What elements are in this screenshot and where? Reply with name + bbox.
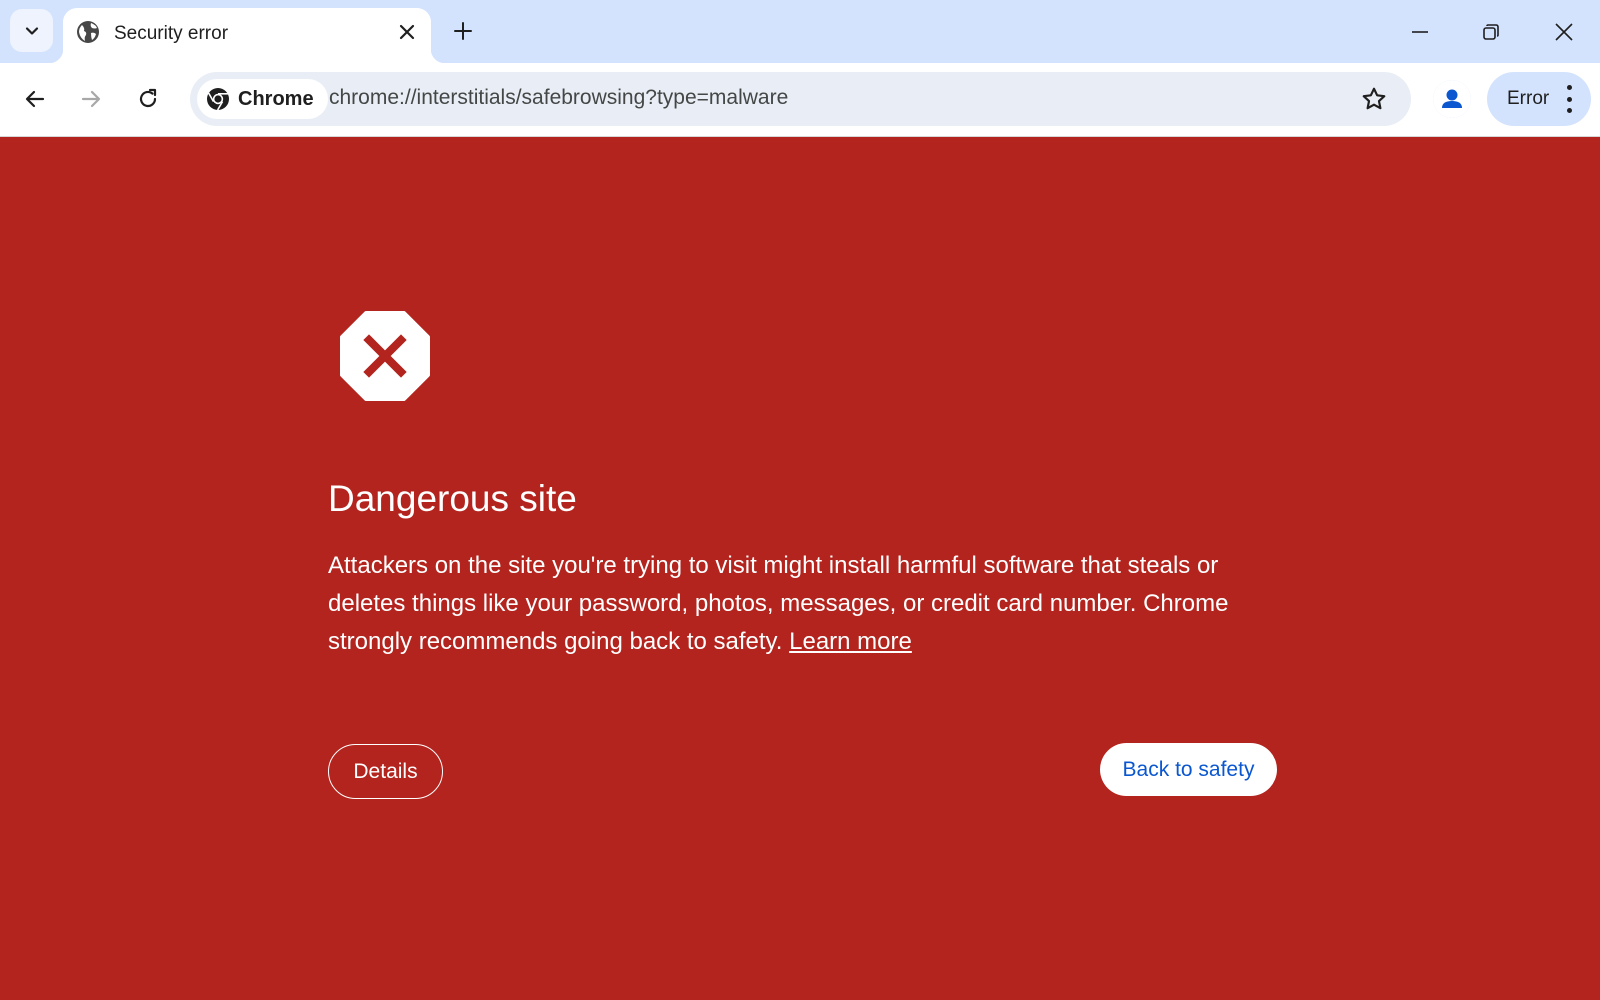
stop-octagon-x-icon [340,311,430,401]
minimize-icon [1412,31,1428,33]
star-icon [1362,87,1386,110]
forward-button[interactable] [71,79,111,119]
description-text: Attackers on the site you're trying to v… [328,552,1229,655]
error-label: Error [1507,88,1550,109]
arrow-right-icon [81,90,101,108]
minimize-button[interactable] [1400,12,1440,52]
url-text[interactable]: chrome://interstitials/safebrowsing?type… [329,86,788,110]
new-tab-button[interactable] [447,15,479,47]
restore-icon [1483,24,1499,40]
tab-strip: Security error [0,0,1600,63]
restore-button[interactable] [1471,12,1511,52]
profile-avatar[interactable] [1433,80,1471,118]
address-bar[interactable]: Chrome chrome://interstitials/safebrowsi… [190,72,1411,126]
bookmark-button[interactable] [1359,84,1389,114]
tab-search-button[interactable] [10,9,53,52]
tab-active[interactable]: Security error [49,8,445,63]
kebab-menu-icon[interactable] [1565,85,1573,113]
chevron-down-icon [25,26,38,35]
page-description: Attackers on the site you're trying to v… [328,547,1248,661]
close-icon [1555,23,1573,41]
page-title: Dangerous site [328,478,577,519]
details-button[interactable]: Details [328,744,443,799]
learn-more-link[interactable]: Learn more [789,628,912,655]
reload-button[interactable] [128,79,168,119]
error-menu-chip[interactable]: Error [1487,72,1591,126]
plus-icon [454,22,472,40]
tab-title: Security error [114,23,229,44]
back-button[interactable] [15,79,55,119]
toolbar: Chrome chrome://interstitials/safebrowsi… [0,63,1600,137]
reload-icon [139,88,157,108]
person-icon [1433,80,1471,118]
arrow-left-icon [25,90,45,108]
close-icon [399,24,415,40]
interstitial-page: Dangerous site Attackers on the site you… [0,138,1600,1000]
chrome-logo-icon [207,88,229,111]
window-close-button[interactable] [1544,12,1584,52]
tab-close-button[interactable] [393,18,421,46]
back-to-safety-button[interactable]: Back to safety [1100,743,1277,796]
globe-icon [77,21,99,43]
chip-label: Chrome [238,87,314,110]
site-info-chip[interactable]: Chrome [197,79,328,119]
